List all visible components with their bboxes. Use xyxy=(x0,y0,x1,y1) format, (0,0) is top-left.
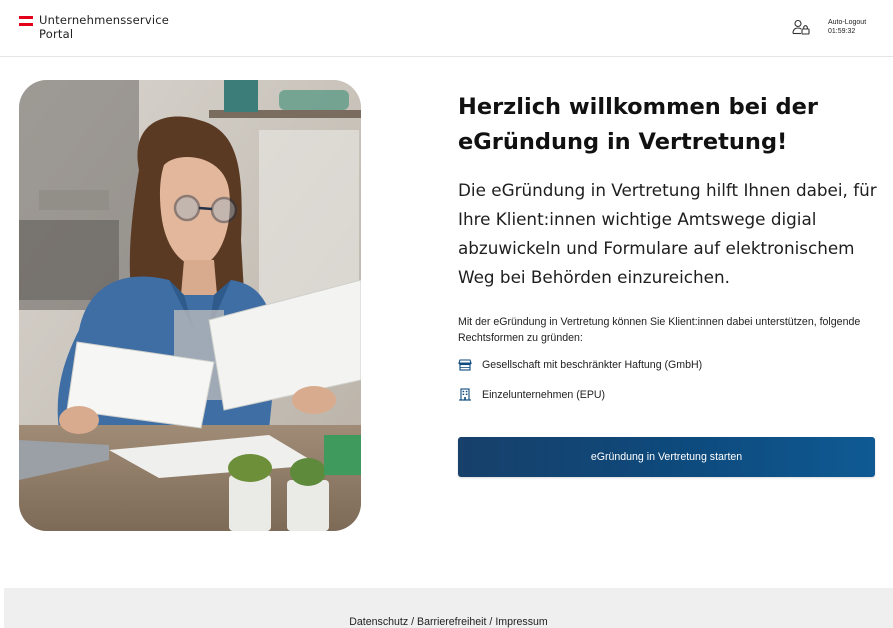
page-title-line2: eGründung in Vertretung! xyxy=(458,129,788,155)
legal-form-gmbh-label: Gesellschaft mit beschränkter Haftung (G… xyxy=(482,359,703,371)
auto-logout-time: 01:59:32 xyxy=(828,27,856,35)
brand-line2: Portal xyxy=(39,27,74,41)
header: Unternehmensservice Portal Auto-Logout 0… xyxy=(0,0,893,57)
legal-form-epu-label: Einzelunternehmen (EPU) xyxy=(482,388,606,401)
page-title-line1: Herzlich willkommen bei der xyxy=(458,94,819,120)
footer-separator: / xyxy=(408,616,417,628)
auto-logout-label: Auto-Logout xyxy=(828,19,867,26)
austria-flag-icon xyxy=(19,16,33,26)
legal-form-gmbh: Gesellschaft mit beschränkter Haftung (G… xyxy=(458,359,702,371)
page-title: Herzlich willkommen bei der eGründung in… xyxy=(458,90,878,160)
accessibility-link[interactable]: Barrierefreiheit xyxy=(417,616,486,628)
privacy-link[interactable]: Datenschutz xyxy=(349,616,408,628)
auto-logout-timer: Auto-Logout 01:59:32 xyxy=(828,19,866,36)
brand-line1: Unternehmensservice xyxy=(39,13,170,27)
lead-paragraph: Die eGründung in Vertretung hilft Ihnen … xyxy=(458,180,877,287)
imprint-link[interactable]: Impressum xyxy=(495,616,547,628)
user-lock-icon[interactable] xyxy=(792,19,810,35)
legal-form-epu: Einzelunternehmen (EPU) xyxy=(458,388,605,401)
building-icon xyxy=(459,388,471,401)
footer-links: Datenschutz / Barrierefreiheit / Impress… xyxy=(4,616,893,628)
hero-photo xyxy=(19,80,361,531)
portal-name: Unternehmensservice Portal xyxy=(39,13,169,41)
start-egruendung-button[interactable]: eGründung in Vertretung starten xyxy=(458,437,875,477)
intro-paragraph: Mit der eGründung in Vertretung können S… xyxy=(458,316,861,344)
footer-separator: / xyxy=(486,616,496,628)
footer: Datenschutz / Barrierefreiheit / Impress… xyxy=(4,588,893,628)
storefront-icon xyxy=(458,359,472,371)
portal-logo-link[interactable]: Unternehmensservice Portal xyxy=(19,13,169,41)
